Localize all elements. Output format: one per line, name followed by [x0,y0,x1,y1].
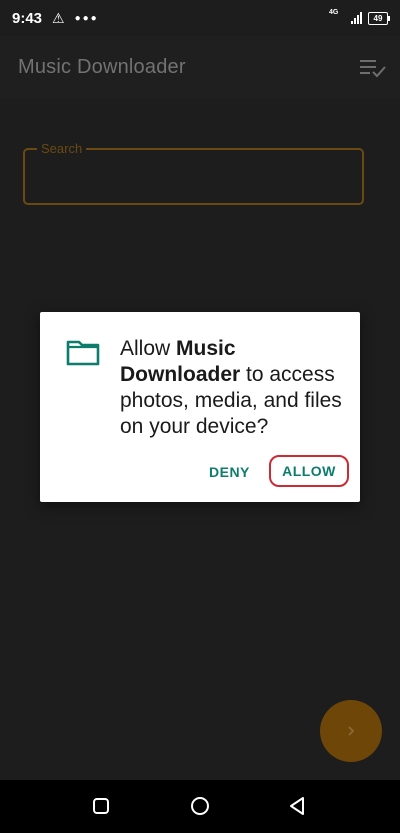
warning-icon: ⚠ [52,9,65,26]
folder-icon [66,340,100,366]
playlist-check-icon[interactable] [360,58,386,78]
search-label: Search [37,141,87,156]
allow-button[interactable]: ALLOW [269,455,349,487]
network-type: 4G [329,9,339,16]
back-icon[interactable] [286,794,310,818]
home-icon[interactable] [188,794,212,818]
app-title: Music Downloader [18,56,186,78]
signal-icon [351,12,362,24]
permission-message: Allow Music Downloader to access photos,… [120,336,348,440]
battery-icon: 49 [368,11,390,25]
status-bar: 9:43 ⚠ ●●● 4G 49 [0,0,400,36]
status-time: 9:43 [12,9,43,27]
navigation-bar [0,780,400,833]
status-right: 4G 49 [329,9,400,25]
network-icon: 4G [329,9,345,25]
message-prefix: Allow [120,337,177,360]
more-notifications-icon: ●●● [74,12,99,24]
battery-level: 49 [373,13,383,23]
chevron-right-icon [348,726,355,736]
search-input[interactable]: Search [23,141,364,205]
next-fab-button[interactable] [320,700,382,762]
screen: 9:43 ⚠ ●●● 4G 49 Music Downloader Search [0,0,400,833]
recents-icon[interactable] [89,794,113,818]
status-left: 9:43 ⚠ ●●● [0,10,99,27]
app-toolbar: Music Downloader [0,36,400,98]
deny-button[interactable]: DENY [209,464,250,480]
permission-dialog: Allow Music Downloader to access photos,… [40,312,360,502]
allow-button-label: ALLOW [282,463,336,479]
